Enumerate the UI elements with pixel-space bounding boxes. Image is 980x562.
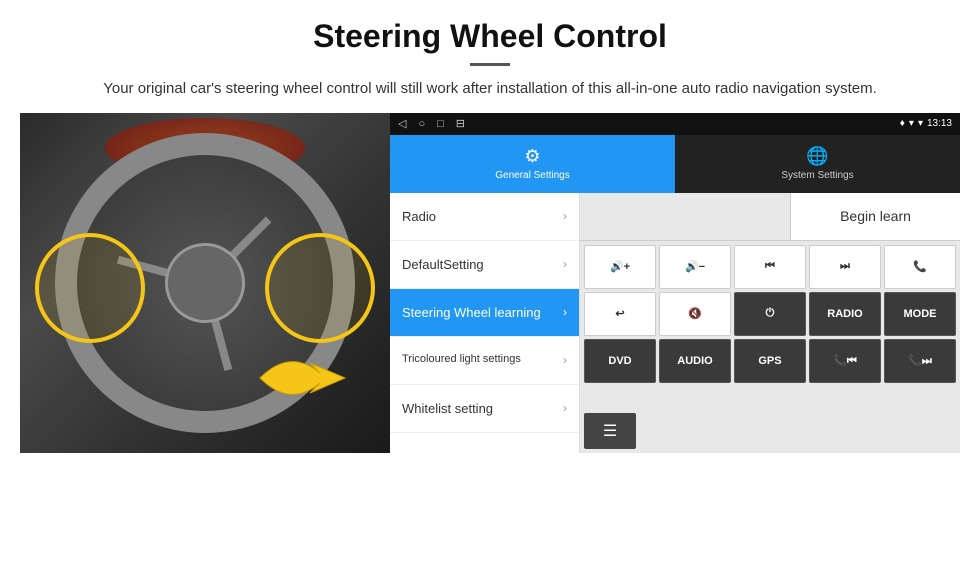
mode-label: MODE <box>904 308 937 320</box>
next-track-icon: ⏭ <box>840 260 850 273</box>
menu-item-radio[interactable]: Radio › <box>390 193 579 241</box>
power-icon: ⏻ <box>766 307 775 320</box>
app-icon[interactable]: ⊟ <box>456 117 465 130</box>
bottom-icon-item: ☰ <box>580 409 960 453</box>
gps-label: GPS <box>758 355 781 367</box>
volume-up-button[interactable]: 🔊+ <box>584 245 656 289</box>
begin-learn-button[interactable]: Begin learn <box>790 193 960 240</box>
mute-icon: 🔇 <box>688 307 702 320</box>
android-status-bar: ◁ ○ □ ⊟ ♦ ▾ ▾ 13:13 <box>390 113 960 135</box>
recent-icon[interactable]: □ <box>437 118 444 130</box>
tab-system-label: System Settings <box>781 170 853 181</box>
hangup-button[interactable]: ↩ <box>584 292 656 336</box>
radio-label: RADIO <box>827 308 862 320</box>
hangup-icon: ↩ <box>615 307 624 320</box>
call-button[interactable]: 📞 <box>884 245 956 289</box>
volume-down-icon: 🔊− <box>685 260 705 273</box>
menu-item-default-setting[interactable]: DefaultSetting › <box>390 241 579 289</box>
page-subtitle: Your original car's steering wheel contr… <box>60 78 920 101</box>
steering-wheel-image <box>20 113 390 453</box>
back-icon[interactable]: ◁ <box>398 117 406 130</box>
menu-whitelist-label: Whitelist setting <box>402 401 493 416</box>
menu-steering-label: Steering Wheel learning <box>402 305 541 320</box>
chevron-icon: › <box>563 353 567 367</box>
system-settings-icon: 🌐 <box>806 146 828 167</box>
mode-button[interactable]: MODE <box>884 292 956 336</box>
volume-down-button[interactable]: 🔊− <box>659 245 731 289</box>
page-title: Steering Wheel Control <box>60 18 920 55</box>
home-icon[interactable]: ○ <box>418 118 425 130</box>
menu-area: Radio › DefaultSetting › Steering Wheel … <box>390 193 960 453</box>
dvd-button[interactable]: DVD <box>584 339 656 383</box>
call-prev-icon: 📞⏮ <box>833 354 857 368</box>
settings-gear-icon: ⚙ <box>524 146 540 167</box>
list-icon: ☰ <box>584 413 636 449</box>
next-track-button[interactable]: ⏭ <box>809 245 881 289</box>
chevron-icon: › <box>563 401 567 415</box>
menu-item-steering-wheel[interactable]: Steering Wheel learning › <box>390 289 579 337</box>
android-interface: ◁ ○ □ ⊟ ♦ ▾ ▾ 13:13 ⚙ General Settings 🌐… <box>390 113 960 453</box>
menu-radio-label: Radio <box>402 209 436 224</box>
highlight-circle-left <box>35 233 145 343</box>
arrow-pointer <box>250 338 370 423</box>
controls-grid: 🔊+ 🔊− ⏮ ⏭ 📞 <box>580 241 960 409</box>
audio-button[interactable]: AUDIO <box>659 339 731 383</box>
signal-icon: ▾ <box>918 118 923 129</box>
controls-row-1: 🔊+ 🔊− ⏮ ⏭ 📞 <box>584 245 956 289</box>
call-next-button[interactable]: 📞⏭ <box>884 339 956 383</box>
location-icon: ♦ <box>900 118 905 129</box>
gps-button[interactable]: GPS <box>734 339 806 383</box>
status-icons-group: ♦ ▾ ▾ 13:13 <box>900 118 952 129</box>
right-panel: Begin learn 🔊+ 🔊− ⏮ <box>580 193 960 453</box>
title-divider <box>470 63 510 66</box>
radio-button[interactable]: RADIO <box>809 292 881 336</box>
menu-item-whitelist[interactable]: Whitelist setting › <box>390 385 579 433</box>
tab-general-settings[interactable]: ⚙ General Settings <box>390 135 675 193</box>
main-content: ◁ ○ □ ⊟ ♦ ▾ ▾ 13:13 ⚙ General Settings 🌐… <box>20 113 960 473</box>
tab-general-label: General Settings <box>495 170 570 181</box>
menu-item-tricoloured[interactable]: Tricoloured light settings › <box>390 337 579 385</box>
clock: 13:13 <box>927 118 952 129</box>
tab-system-settings[interactable]: 🌐 System Settings <box>675 135 960 193</box>
call-next-icon: 📞⏭ <box>908 354 932 368</box>
call-icon: 📞 <box>913 260 927 273</box>
controls-row-2: ↩ 🔇 ⏻ RADIO MODE <box>584 292 956 336</box>
chevron-icon: › <box>563 257 567 271</box>
call-prev-button[interactable]: 📞⏮ <box>809 339 881 383</box>
list-icon-glyph: ☰ <box>603 421 617 441</box>
tab-bar: ⚙ General Settings 🌐 System Settings <box>390 135 960 193</box>
top-row-spacer <box>580 193 790 240</box>
nav-icons-group: ◁ ○ □ ⊟ <box>398 117 465 130</box>
prev-track-button[interactable]: ⏮ <box>734 245 806 289</box>
power-button[interactable]: ⏻ <box>734 292 806 336</box>
wifi-icon: ▾ <box>909 118 914 129</box>
chevron-icon: › <box>563 209 567 223</box>
menu-default-label: DefaultSetting <box>402 257 484 272</box>
page-header: Steering Wheel Control Your original car… <box>0 0 980 113</box>
left-menu: Radio › DefaultSetting › Steering Wheel … <box>390 193 580 453</box>
volume-up-icon: 🔊+ <box>610 260 630 273</box>
chevron-icon: › <box>563 305 567 319</box>
controls-row-3: DVD AUDIO GPS 📞⏮ 📞⏭ <box>584 339 956 383</box>
top-action-row: Begin learn <box>580 193 960 241</box>
prev-track-icon: ⏮ <box>765 260 775 273</box>
dvd-label: DVD <box>608 355 631 367</box>
audio-label: AUDIO <box>677 355 712 367</box>
mute-button[interactable]: 🔇 <box>659 292 731 336</box>
highlight-circle-right <box>265 233 375 343</box>
menu-tricoloured-label: Tricoloured light settings <box>402 353 521 366</box>
